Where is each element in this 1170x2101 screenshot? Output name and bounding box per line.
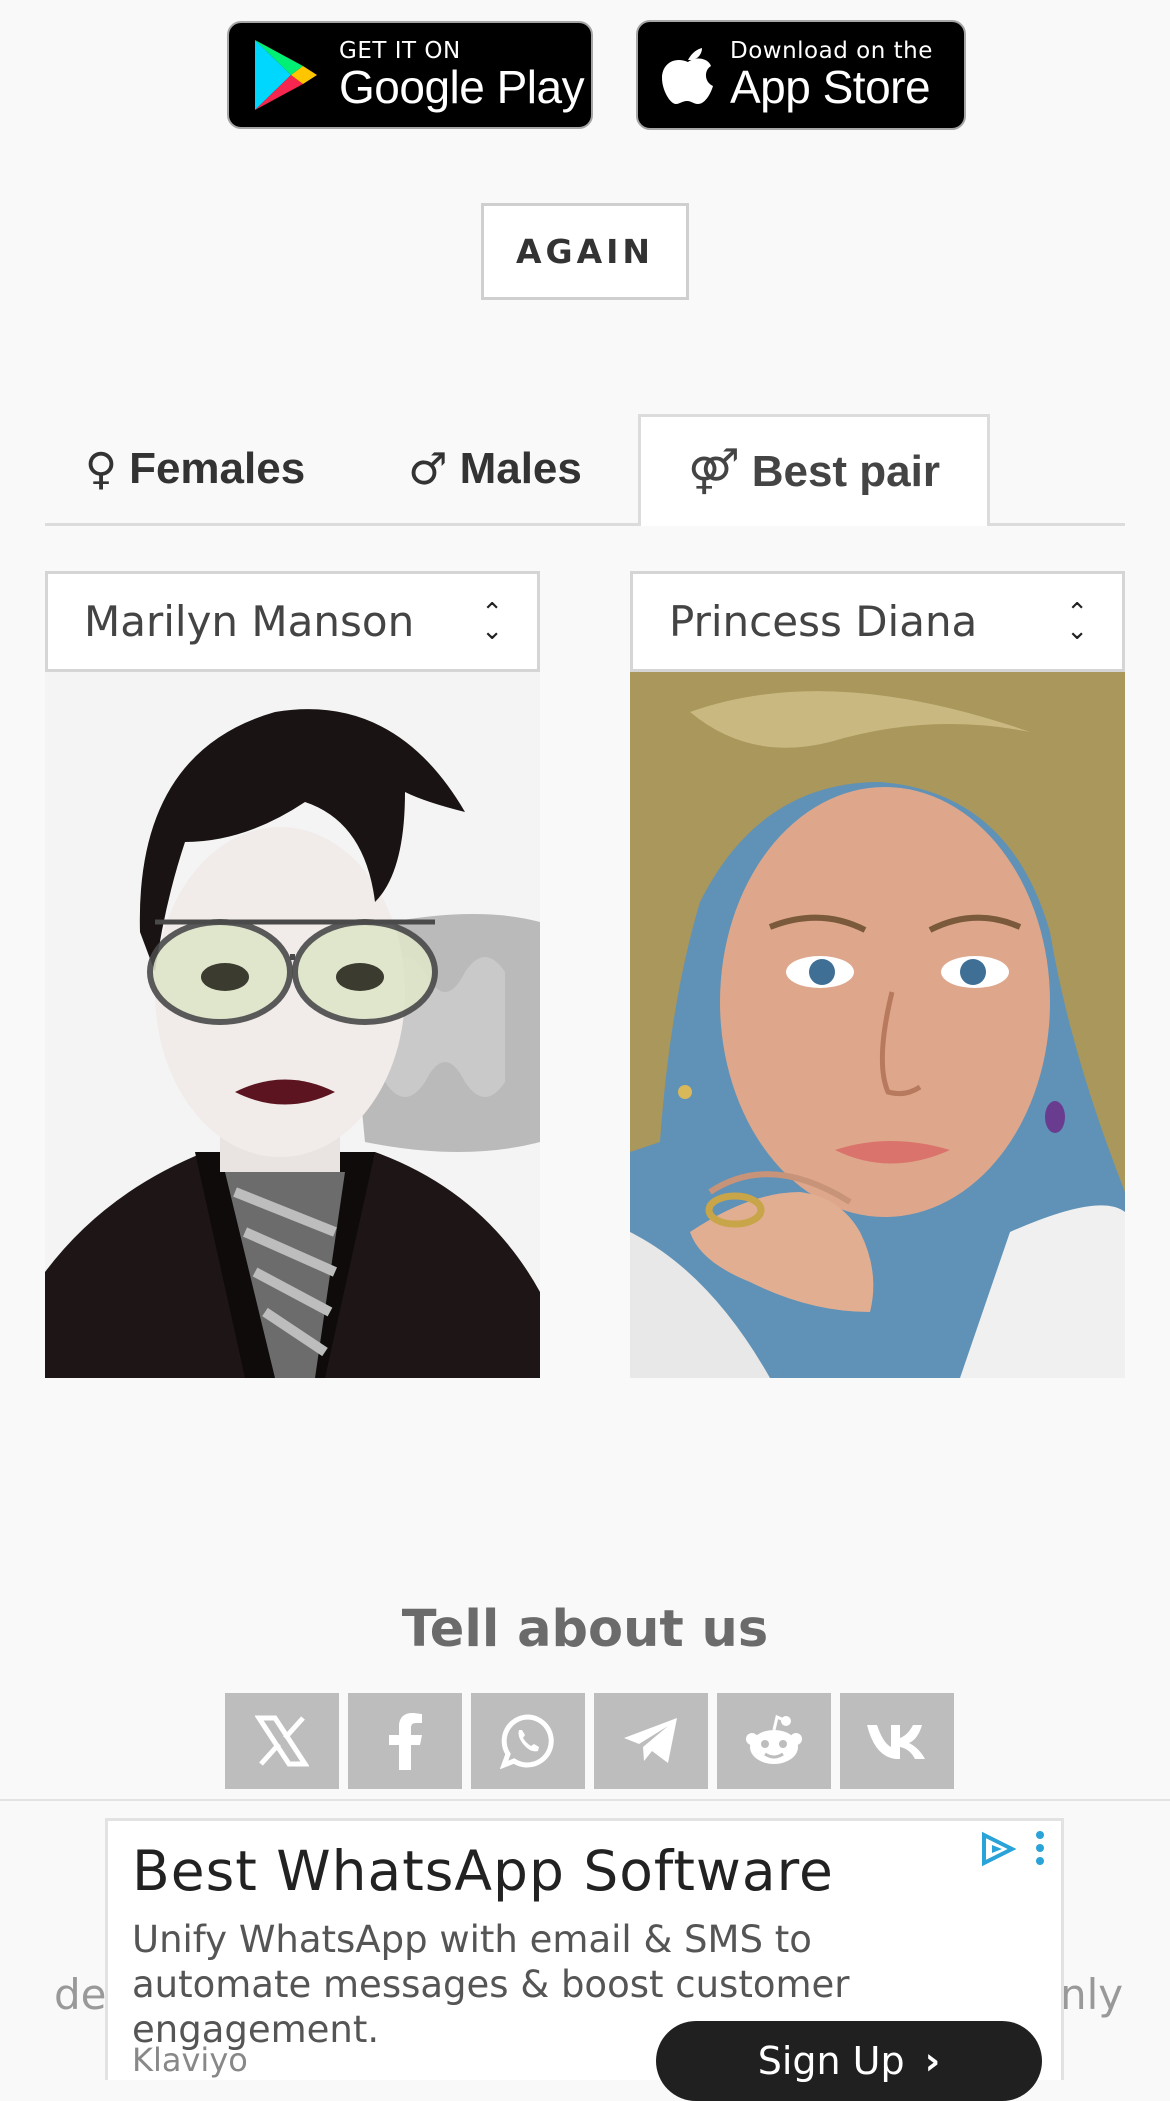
telegram-icon: [624, 1718, 677, 1763]
facebook-icon: [389, 1713, 422, 1770]
tab-best-pair-label: Best pair: [751, 446, 940, 496]
share-heading: Tell about us: [401, 1600, 769, 1659]
google-play-small-text: GET IT ON: [339, 38, 461, 64]
whatsapp-icon: [500, 1714, 554, 1769]
share-reddit-button[interactable]: [717, 1693, 831, 1789]
select-arrows-icon: ⌃ ⌄: [1066, 597, 1088, 646]
vk-icon: [867, 1725, 925, 1759]
share-vk-button[interactable]: [840, 1693, 954, 1789]
male-icon: ♂: [408, 443, 448, 495]
female-icon: ♀: [84, 443, 118, 495]
ad-menu-icon[interactable]: [1033, 1829, 1047, 1869]
footer-divider: [0, 1799, 1170, 1801]
left-person-value: Marilyn Manson: [84, 597, 415, 646]
tab-females-label: Females: [129, 444, 306, 493]
share-telegram-button[interactable]: [594, 1693, 708, 1789]
app-store-small-text: Download on the: [730, 38, 933, 64]
share-whatsapp-button[interactable]: [471, 1693, 585, 1789]
x-icon: [255, 1715, 309, 1767]
share-x-button[interactable]: [225, 1693, 339, 1789]
ad-signup-label: Sign Up: [757, 2039, 905, 2083]
background-text-right: nly: [1060, 1970, 1124, 2019]
background-text-left: de: [54, 1970, 107, 2019]
share-facebook-button[interactable]: [348, 1693, 462, 1789]
select-arrows-icon: ⌃ ⌄: [481, 597, 503, 646]
chevron-right-icon: ›: [924, 2039, 941, 2083]
google-play-badge[interactable]: GET IT ON Google Play: [227, 21, 593, 129]
adchoices-icon[interactable]: [978, 1831, 1016, 1867]
tab-males-label: Males: [459, 444, 582, 493]
tab-best-pair[interactable]: ⚤ Best pair: [638, 414, 990, 526]
apple-icon: [662, 48, 713, 104]
google-play-big-text: Google Play: [339, 61, 585, 113]
left-person-photo: [45, 672, 540, 1378]
app-store-badge[interactable]: Download on the App Store: [636, 20, 966, 130]
google-play-icon: [255, 40, 317, 110]
reddit-icon: [746, 1714, 802, 1764]
right-person-photo: [630, 672, 1125, 1378]
again-button[interactable]: AGAIN: [481, 203, 689, 300]
tab-females[interactable]: ♀ Females: [60, 414, 330, 524]
ad-brand[interactable]: Klaviyo: [132, 2041, 248, 2079]
right-person-select[interactable]: Princess Diana ⌃ ⌄: [630, 571, 1125, 672]
ad-banner[interactable]: Best WhatsApp Software Unify WhatsApp wi…: [105, 1818, 1064, 2101]
pair-icon: ⚤: [688, 446, 740, 497]
app-store-big-text: App Store: [730, 61, 931, 113]
ad-title[interactable]: Best WhatsApp Software: [132, 1839, 834, 1903]
right-person-value: Princess Diana: [669, 597, 978, 646]
tab-males[interactable]: ♂ Males: [380, 414, 610, 524]
left-person-select[interactable]: Marilyn Manson ⌃ ⌄: [45, 571, 540, 672]
ad-signup-button[interactable]: Sign Up ›: [656, 2021, 1042, 2101]
